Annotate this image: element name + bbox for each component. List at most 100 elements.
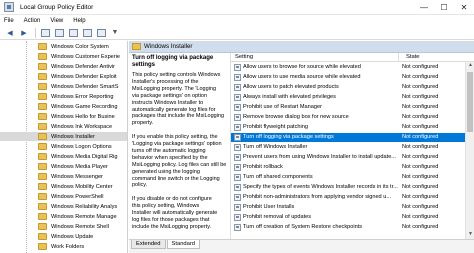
policy-state: Not configured [402,74,439,80]
policy-row[interactable]: Prohibit rollback Not configured [231,163,465,172]
tree-item[interactable]: Work Folders [0,242,127,251]
description-line: property. [132,120,154,127]
tree-item[interactable]: Windows Media Player [0,162,127,171]
column-divider[interactable] [398,53,399,62]
description-line: log files for those packages that [132,217,210,223]
folder-icon [38,203,47,210]
action-pane-icon[interactable] [95,27,107,38]
policy-state: Not configured [402,124,439,130]
description-line: behavior when specified by the [132,154,208,161]
scrollbar-thumb[interactable] [467,72,473,132]
column-header-setting[interactable]: Setting [235,54,253,60]
folder-icon [38,193,47,200]
policy-row[interactable]: Turn off Windows Installer Not configured [231,143,465,152]
tree-item[interactable]: Windows Error Reporting [0,92,127,101]
filter-icon[interactable]: ▼ [109,27,121,38]
help-icon[interactable] [81,27,93,38]
policy-row[interactable]: Always install with elevated privileges N… [231,93,465,102]
tree-item[interactable]: Windows PowerShell [0,192,127,201]
tree-item[interactable]: Windows Remote Manage [0,212,127,221]
tree-item-label: Windows Color System [51,43,109,50]
policy-state: Not configured [402,184,439,190]
policy-name: Allow users to patch elevated products [243,84,339,90]
show-hide-tree-icon[interactable] [39,27,51,38]
policy-state: Not configured [402,154,439,160]
policy-setting-icon [234,144,241,151]
back-arrow-icon[interactable]: ◀ [4,27,16,38]
tree-item[interactable]: Windows Messenger [0,172,127,181]
tree-item[interactable]: Windows Logon Options [0,142,127,151]
tree-item[interactable]: Windows Game Recording [0,102,127,111]
policy-row[interactable]: Turn off shared components Not configured [231,173,465,182]
tree-item[interactable]: Windows Remote Shell [0,222,127,231]
tree-item[interactable]: Windows Installer [0,132,127,141]
policy-title: Turn off logging via package settings [132,55,214,68]
policy-name: Turn off shared components [243,174,313,180]
menu-file[interactable]: File [4,18,14,24]
tree-item[interactable]: Windows Color System [0,42,127,51]
policy-row[interactable]: Prohibit flyweight patching Not configure… [231,123,465,132]
policy-row[interactable]: Prohibit removal of updates Not configure… [231,213,465,222]
policy-row[interactable]: Allow users to browse for source while e… [231,63,465,72]
tree-item-label: Windows Installer [51,133,95,140]
tree-pane: Windows Color System Windows Customer Exp… [0,41,128,253]
folder-icon [38,43,47,50]
menu-view[interactable]: View [50,18,63,24]
tree-item-label: Windows Hello for Busine [51,113,115,120]
policy-row[interactable]: Prohibit non-administrators from applyin… [231,193,465,202]
tree-item[interactable]: Windows Defender Exploit [0,72,127,81]
tree-item-label: Windows Update [51,233,94,240]
maximize-button[interactable]: ☐ [434,0,454,15]
tree-item-label: Windows Defender Exploit [51,73,117,80]
description-line: 'Logging via package settings' option [132,141,222,148]
policy-row[interactable]: Prohibit use of Restart Manager Not confi… [231,103,465,112]
tree-item[interactable]: Windows Update [0,232,127,241]
tree-item-label: Windows Media Digital Rig [51,153,118,160]
tree-item[interactable]: Windows Defender Antivir [0,62,127,71]
policy-row[interactable]: Allow users to patch elevated products No… [231,83,465,92]
folder-icon [38,103,47,110]
tree-item-label: Windows Defender SmartS [51,83,119,90]
policy-row[interactable]: Prohibit User Installs Not configured [231,203,465,212]
policy-editor-icon [4,2,14,12]
export-list-icon[interactable] [67,27,79,38]
close-button[interactable]: ✕ [454,0,474,15]
tree-item[interactable]: Windows Defender SmartS [0,82,127,91]
description-line [132,189,227,196]
tree-item[interactable]: Windows Reliability Analys [0,202,127,211]
tree-item[interactable]: Windows Mobility Center [0,182,127,191]
vertical-scrollbar[interactable]: ▲ ▼ [465,62,474,239]
policy-row[interactable]: Allow users to use media source while el… [231,73,465,82]
scroll-down-arrow-icon[interactable]: ▼ [466,231,474,239]
policy-row[interactable]: Remove browse dialog box for new source N… [231,113,465,122]
properties-icon[interactable] [53,27,65,38]
menu-help[interactable]: Help [73,18,85,24]
tree-item-label: Windows Messenger [51,173,103,180]
tree-item-label: Windows Customer Experie [51,53,121,60]
column-header-state[interactable]: State [406,54,420,60]
policy-setting-icon [234,74,241,81]
description-line: If you enable this policy setting, the [132,134,218,141]
description-line: turns off the automatic logging [132,147,206,154]
policy-name: Prohibit flyweight patching [243,124,308,130]
policy-row[interactable]: Prevent users from using Windows Install… [231,153,465,162]
menu-action[interactable]: Action [24,18,41,24]
minimize-button[interactable]: — [414,0,434,15]
forward-arrow-icon[interactable]: ▶ [18,27,30,38]
tab-extended[interactable]: Extended [131,240,166,249]
tree-item[interactable]: Windows Media Digital Rig [0,152,127,161]
tree-item[interactable]: Windows Ink Workspace [0,122,127,131]
policy-state: Not configured [402,104,439,110]
policy-row[interactable]: Turn off logging via package settings Not… [231,133,465,142]
folder-icon [38,123,47,130]
tree-item[interactable]: Windows Customer Experie [0,52,127,61]
tree-item[interactable]: Windows Hello for Busine [0,112,127,121]
policy-setting-icon [234,114,241,121]
policy-setting-icon [234,124,241,131]
folder-icon [132,43,141,50]
policy-description: Turn off logging via package settings Th… [129,53,230,239]
tab-standard[interactable]: Standard [166,240,201,249]
policy-row[interactable]: Specify the types of events Windows Inst… [231,183,465,192]
policy-row[interactable]: Turn off creation of System Restore chec… [231,223,465,232]
scroll-up-arrow-icon[interactable]: ▲ [466,62,474,70]
